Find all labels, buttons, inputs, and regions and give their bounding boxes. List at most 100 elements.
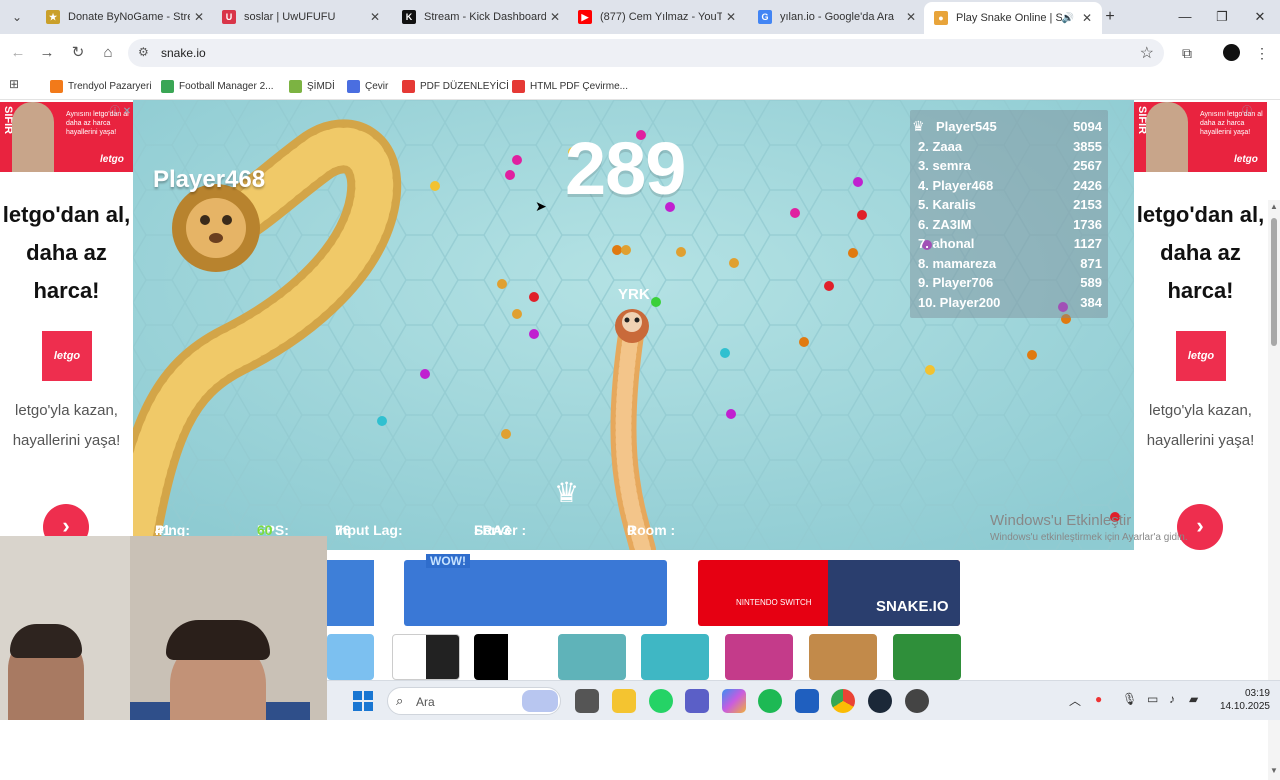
game-thumbnail[interactable] xyxy=(725,634,793,680)
game-thumbnail[interactable] xyxy=(809,634,877,680)
network-icon[interactable]: ▭ xyxy=(1147,692,1158,706)
copilot-icon[interactable] xyxy=(722,689,746,713)
address-bar[interactable]: ⚙ snake.io ☆ xyxy=(128,39,1164,67)
bookmarks-bar: Trendyol Pazaryeri Football Manager 2... Ş… xyxy=(0,72,1280,100)
volume-icon[interactable]: ♪ xyxy=(1169,692,1175,706)
right-ad[interactable]: SIFIR Aynısını letgo'dan al daha az harc… xyxy=(1134,100,1267,550)
profile-avatar[interactable] xyxy=(1223,44,1240,61)
leaderboard-score: 589 xyxy=(1080,275,1102,290)
taskbar-search[interactable]: ⌕ Ara xyxy=(387,687,561,715)
apps-grid-icon[interactable]: ⊞ xyxy=(9,77,19,91)
tab-search-menu-icon[interactable]: ⌄ xyxy=(7,7,27,27)
taskbar-clock[interactable]: 03:19 14.10.2025 xyxy=(1200,687,1270,713)
tray-chevron-icon[interactable]: ︿ xyxy=(1069,692,1081,709)
tab-close-icon[interactable]: ✕ xyxy=(1078,11,1096,25)
leaderboard-row: 4. Player468 2426 xyxy=(918,178,1102,197)
home-button[interactable]: ⌂ xyxy=(97,42,119,64)
left-ad[interactable]: SIFIR Aynısını letgo'dan al daha az harc… xyxy=(0,100,133,550)
leaderboard-name: 8. mamareza xyxy=(918,255,997,271)
game-thumbnail[interactable] xyxy=(392,634,460,680)
food-pellet xyxy=(848,248,858,258)
ad-banner-logo: letgo xyxy=(1234,154,1258,165)
promo-wow-tile[interactable]: WOW! xyxy=(404,554,667,626)
game-thumbnail[interactable] xyxy=(474,634,542,680)
bookmark[interactable]: ŞİMDİ xyxy=(289,77,335,95)
bookmark[interactable]: Trendyol Pazaryeri xyxy=(50,77,152,95)
crown-icon: ♛ xyxy=(554,477,580,508)
close-window-button[interactable]: ✕ xyxy=(1245,6,1275,28)
ad-banner-text: Aynısını letgo'dan al daha az harca haya… xyxy=(1200,111,1263,136)
new-tab-button[interactable]: + xyxy=(1100,7,1120,27)
ad-info-icon[interactable]: ⓘ ✕ xyxy=(110,102,131,117)
task-view-icon[interactable] xyxy=(575,689,599,713)
tab[interactable]: ● Play Snake Online | Sna🔊 ✕ xyxy=(924,2,1102,34)
tab[interactable]: ▶ (877) Cem Yılmaz - YouTub ✕ xyxy=(568,4,746,30)
ad-logo[interactable]: letgo xyxy=(1176,331,1226,381)
forward-button[interactable]: → xyxy=(36,42,58,64)
game-thumbnail[interactable] xyxy=(327,634,374,680)
bookmark[interactable]: PDF DÜZENLEYİCİ xyxy=(402,77,509,95)
game-thumbnail[interactable] xyxy=(641,634,709,680)
food-pellet xyxy=(651,297,661,307)
food-pellet xyxy=(799,337,809,347)
tab[interactable]: ★ Donate ByNoGame - Strea ✕ xyxy=(36,4,214,30)
steam-icon[interactable] xyxy=(868,689,892,713)
reload-button[interactable]: ↻ xyxy=(67,42,89,64)
spotify-icon[interactable] xyxy=(758,689,782,713)
whatsapp-icon[interactable] xyxy=(649,689,673,713)
promo-switch-tile[interactable]: NINTENDO SWITCH SNAKE.IO xyxy=(698,560,960,626)
ad-logo[interactable]: letgo xyxy=(42,331,92,381)
menu-icon[interactable]: ⋮ xyxy=(1252,43,1272,63)
promo-tile[interactable] xyxy=(327,560,374,626)
tab[interactable]: Usoslar | UwUFUFU ✕ xyxy=(212,4,390,30)
food-pellet xyxy=(529,329,539,339)
bookmark[interactable]: Football Manager 2... xyxy=(161,77,274,95)
food-pellet xyxy=(720,348,730,358)
leaderboard-score: 871 xyxy=(1080,255,1102,271)
tab[interactable]: Gyılan.io - Google'da Ara ✕ xyxy=(748,4,926,30)
file-explorer-icon[interactable] xyxy=(612,689,636,713)
food-pellet xyxy=(505,170,515,180)
store-icon[interactable] xyxy=(795,689,819,713)
food-pellet xyxy=(497,279,507,289)
game-canvas[interactable]: 289 Player468 YRK ➤ ♛ Player545 5094 2. Za… xyxy=(133,100,1134,550)
tab-close-icon[interactable]: ✕ xyxy=(722,10,740,24)
back-button[interactable]: ← xyxy=(7,42,29,64)
app-icon[interactable] xyxy=(905,689,929,713)
tab-close-icon[interactable]: ✕ xyxy=(366,10,384,24)
mouse-cursor-icon: ➤ xyxy=(535,198,547,214)
game-thumbnail[interactable] xyxy=(893,634,961,680)
tab-close-icon[interactable]: ✕ xyxy=(190,10,208,24)
bookmark[interactable]: Çevir xyxy=(347,77,388,95)
maximize-button[interactable]: ❐ xyxy=(1207,6,1237,28)
tab-favicon-icon: ★ xyxy=(46,10,60,24)
tray-app-icon[interactable]: ● xyxy=(1095,692,1102,706)
player-snake-head xyxy=(615,309,649,343)
scroll-down-icon[interactable]: ▼ xyxy=(1270,766,1278,775)
microphone-icon[interactable]: 🎙 xyxy=(1122,692,1137,706)
food-pellet xyxy=(853,177,863,187)
url-text[interactable]: snake.io xyxy=(161,46,206,60)
bookmark[interactable]: HTML PDF Çevirme... xyxy=(512,77,628,95)
food-pellet xyxy=(726,409,736,419)
scroll-up-icon[interactable]: ▲ xyxy=(1270,202,1278,211)
site-info-icon[interactable]: ⚙ xyxy=(138,45,149,59)
food-pellet xyxy=(857,210,867,220)
minimize-button[interactable]: — xyxy=(1170,6,1200,28)
chrome-icon[interactable] xyxy=(831,689,855,713)
server-value: FRA3 xyxy=(474,522,511,538)
extensions-icon[interactable]: ⧉ xyxy=(1177,43,1197,63)
battery-icon[interactable]: ▰ xyxy=(1189,692,1198,706)
tab-favicon-icon: ● xyxy=(934,11,948,25)
teams-icon[interactable] xyxy=(685,689,709,713)
tab-audio-icon[interactable]: 🔊 xyxy=(1062,13,1074,24)
scrollbar-thumb[interactable] xyxy=(1271,218,1277,346)
start-button-icon[interactable] xyxy=(353,691,373,711)
tab-close-icon[interactable]: ✕ xyxy=(546,10,564,24)
ad-info-icon[interactable]: ⓘ xyxy=(1242,102,1252,117)
game-thumbnail[interactable] xyxy=(558,634,626,680)
leaderboard-name: 9. Player706 xyxy=(918,275,994,290)
tab[interactable]: K Stream - Kick Dashboard ✕ xyxy=(392,4,570,30)
tab-close-icon[interactable]: ✕ xyxy=(902,10,920,24)
bookmark-star-icon[interactable]: ☆ xyxy=(1140,43,1154,63)
